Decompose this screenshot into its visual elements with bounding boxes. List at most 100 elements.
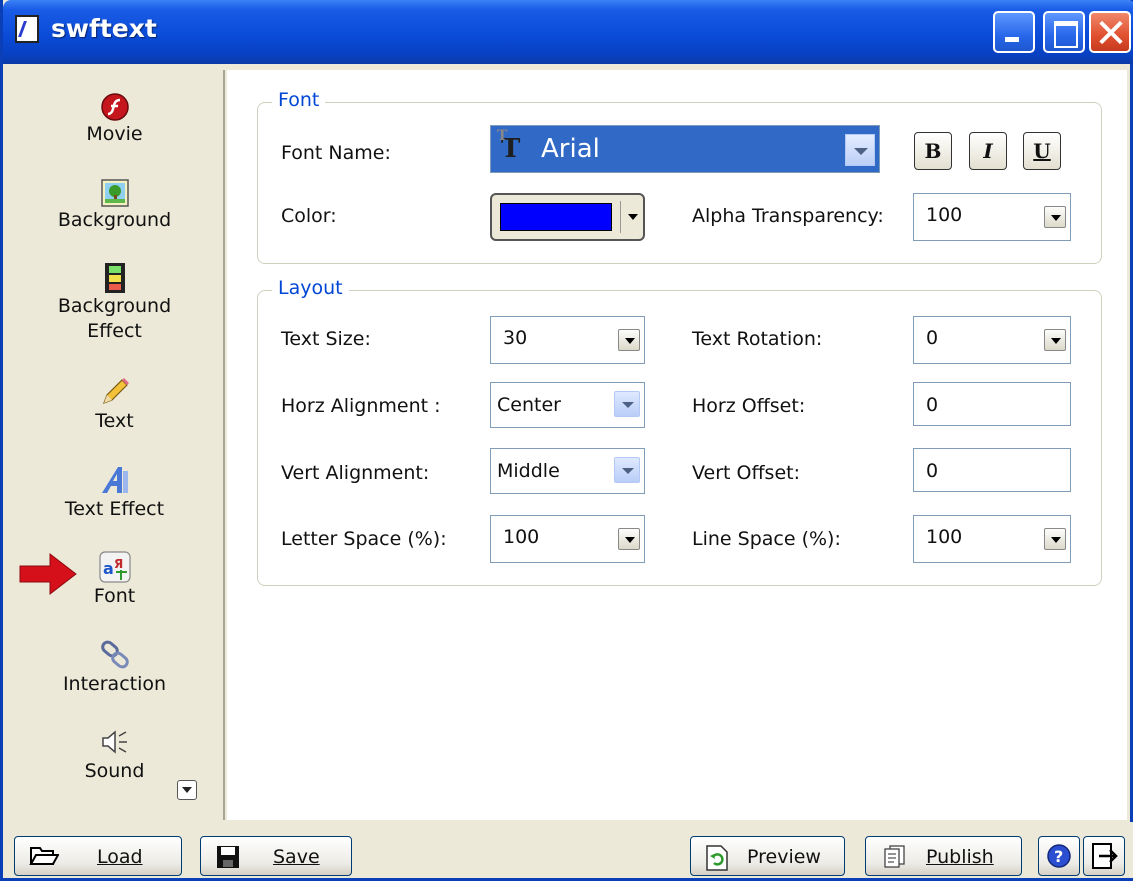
svg-text:a: a [103,559,114,578]
text-rotation-label: Text Rotation: [692,328,823,350]
underline-button[interactable]: U [1023,132,1061,170]
color-label: Color: [281,205,337,227]
color-swatch [500,203,612,231]
sidebar-item-label: Background [57,209,172,231]
floppy-disk-icon [217,846,239,868]
exit-door-icon [1092,843,1118,869]
font-name-label: Font Name: [281,142,391,164]
sidebar-item-label: Interaction [62,673,167,695]
svg-text:?: ? [1054,847,1063,866]
text-size-label: Text Size: [281,328,371,350]
help-icon: ? [1047,844,1071,868]
sidebar-item-text[interactable]: Text [12,375,217,434]
sidebar-item-background[interactable]: Background [12,178,217,233]
sidebar-item-label: Text Effect [64,498,165,520]
sidebar-item-label: Movie [86,123,143,145]
sidebar-item-text-effect[interactable]: Text Effect [12,463,217,522]
sidebar-scroll-down-button[interactable] [177,780,197,800]
save-button[interactable]: Save [200,836,352,876]
sidebar-item-movie[interactable]: Movie [12,92,217,147]
window-title: swftext [51,14,157,43]
line-space-value: 100 [926,526,963,548]
selection-arrow-icon [19,552,77,596]
font-group-title: Font [272,89,326,111]
title-bar[interactable]: swftext [3,0,1133,64]
chevron-down-icon[interactable] [845,134,875,166]
close-button[interactable] [1089,11,1131,53]
chevron-down-icon[interactable] [614,391,640,417]
chevron-down-icon[interactable] [1044,329,1066,351]
text-rotation-select[interactable]: 0 [913,316,1071,364]
vert-offset-label: Vert Offset: [692,462,800,484]
link-chain-icon [100,640,129,669]
truetype-icon: TT [497,128,521,164]
letter-space-label: Letter Space (%): [281,528,447,550]
horz-offset-label: Horz Offset: [692,395,806,417]
vert-alignment-label: Vert Alignment: [281,462,430,484]
color-picker[interactable] [490,193,645,241]
load-label: Load [97,846,143,868]
font-icon: a Я [98,551,131,583]
preview-label: Preview [747,846,821,868]
letter-space-select[interactable]: 100 [490,515,645,563]
app-icon [15,15,39,43]
font-name-select[interactable]: TT Arial [490,125,880,173]
preview-button[interactable]: Preview [690,836,845,876]
load-button[interactable]: Load [14,836,182,876]
italic-button[interactable]: I [969,132,1007,170]
alpha-transparency-label: Alpha Transparency: [692,205,884,227]
preview-refresh-icon [706,845,728,871]
chevron-down-icon[interactable] [618,528,640,550]
bold-button[interactable]: B [914,132,952,170]
film-strip-icon [104,263,125,293]
vert-offset-value: 0 [926,460,939,482]
horz-alignment-value: Center [497,394,561,416]
vert-offset-input[interactable]: 0 [913,448,1071,492]
horz-offset-value: 0 [926,394,939,416]
save-label: Save [273,846,320,868]
minimize-button[interactable] [993,11,1035,53]
sidebar-item-label: Text [95,410,134,432]
text-rotation-value: 0 [926,327,939,349]
chevron-down-icon[interactable] [1044,528,1066,550]
vert-alignment-value: Middle [497,460,560,482]
sidebar-item-sound[interactable]: Sound [12,725,217,784]
flash-movie-icon [100,93,129,121]
background-picture-icon [100,179,129,207]
footer-toolbar: Load Save Preview Publish ? [6,822,1133,878]
horz-offset-input[interactable]: 0 [913,382,1071,426]
maximize-button[interactable] [1043,11,1085,53]
chevron-down-icon[interactable] [1044,206,1066,228]
help-button[interactable]: ? [1038,836,1080,876]
publish-pages-icon [884,845,905,868]
text-size-value: 30 [503,327,528,349]
app-window: swftext Movie Background Background Effe… [0,0,1133,881]
alpha-transparency-select[interactable]: 100 [913,193,1071,241]
pencil-icon [102,378,129,405]
line-space-select[interactable]: 100 [913,515,1071,563]
exit-button[interactable] [1083,836,1125,876]
main-panel: Font Font Name: TT Arial B I U Color: Al… [227,70,1127,820]
layout-group-title: Layout [272,277,349,299]
chevron-down-icon[interactable] [614,457,640,483]
horz-alignment-select[interactable]: Center [490,382,645,428]
svg-text:Я: Я [114,557,123,571]
sidebar-item-background-effect[interactable]: Background Effect [12,262,217,344]
chevron-down-icon[interactable] [618,329,640,351]
open-folder-icon [29,847,59,865]
publish-label: Publish [926,846,994,868]
sidebar-item-interaction[interactable]: Interaction [12,638,217,697]
chevron-down-icon [628,214,638,220]
horz-alignment-label: Horz Alignment : [281,395,441,417]
vert-alignment-select[interactable]: Middle [490,448,645,494]
sidebar-item-label: Background Effect [57,295,172,342]
alpha-transparency-value: 100 [926,204,963,226]
letter-space-value: 100 [503,526,540,548]
line-space-label: Line Space (%): [692,528,841,550]
publish-button[interactable]: Publish [865,836,1022,876]
text-size-select[interactable]: 30 [490,316,645,364]
speaker-icon [101,730,127,754]
font-name-value: Arial [541,134,600,164]
text-effect-icon [101,467,128,493]
sidebar: Movie Background Background Effect Text … [12,70,225,820]
